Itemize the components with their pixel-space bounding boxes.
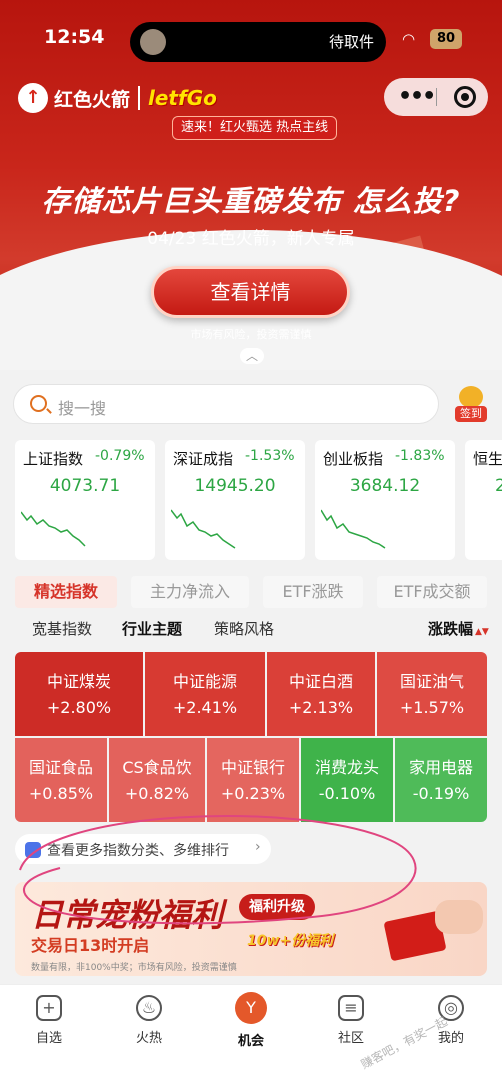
nav-hot[interactable]: ♨ 火热 bbox=[114, 995, 184, 1046]
index-card[interactable]: 深证成指 -1.53% 14945.20 bbox=[165, 440, 305, 560]
index-card[interactable]: 上证指数 -0.79% 4073.71 bbox=[15, 440, 155, 560]
search-placeholder: 搜一搜 bbox=[58, 399, 107, 418]
subtab-industry[interactable]: 行业主题 bbox=[122, 618, 182, 639]
nav-label: 自选 bbox=[35, 1031, 62, 1046]
tab-main-inflow[interactable]: 主力净流入 bbox=[131, 576, 249, 608]
heat-cell-name: 消费龙头 bbox=[314, 758, 379, 777]
index-value: 14945.20 bbox=[194, 476, 276, 496]
category-tabs: 精选指数 主力净流入 ETF涨跌 ETF成交额 bbox=[15, 576, 502, 608]
chat-icon: ≡ bbox=[338, 995, 364, 1021]
index-name: 恒生 bbox=[473, 450, 502, 468]
heat-cell-change: +1.57% bbox=[399, 698, 465, 717]
heat-cell[interactable]: 中证白酒 +2.13% bbox=[267, 652, 375, 736]
brand-partner: letfGo bbox=[148, 86, 217, 110]
index-sparkline bbox=[21, 511, 86, 547]
annotation-circle bbox=[19, 815, 417, 925]
risk-note: 市场有风险，投资需谨慎 bbox=[190, 328, 312, 341]
tab-etf-change[interactable]: ETF涨跌 bbox=[263, 576, 363, 608]
rocket-icon: ↑ bbox=[18, 83, 48, 113]
collapse-chevron-icon[interactable]: ︿ bbox=[240, 348, 264, 364]
heat-cell[interactable]: 中证能源 +2.41% bbox=[145, 652, 265, 736]
index-change: -1.83% bbox=[395, 448, 445, 464]
index-card[interactable]: 恒生 2 bbox=[465, 440, 502, 560]
view-detail-button[interactable]: 查看详情 bbox=[151, 266, 350, 318]
sort-arrow-icon: ▲▼ bbox=[475, 627, 489, 637]
sort-label: 涨跌幅 bbox=[428, 620, 474, 638]
nav-opportunity[interactable]: Y 机会 bbox=[216, 992, 286, 1049]
hero-subline: 04/23 红色火箭，新人专属 bbox=[147, 229, 355, 249]
tab-etf-volume[interactable]: ETF成交额 bbox=[377, 576, 487, 608]
brand-name: 红色火箭 bbox=[54, 88, 131, 111]
subtab-strategy[interactable]: 策略风格 bbox=[214, 618, 274, 639]
hero-headline: 存储芯片巨头重磅发布 怎么投? bbox=[41, 184, 461, 218]
index-name: 深证成指 bbox=[173, 450, 234, 468]
brand-logo: ↑ 红色火箭 letfGo bbox=[18, 83, 217, 113]
tab-selected-index[interactable]: 精选指数 bbox=[15, 576, 117, 608]
tagline-badge: 速来！红火甄选 热点主线 bbox=[172, 116, 338, 140]
heat-cell-name: 中证能源 bbox=[172, 672, 237, 691]
battery-indicator: 80 bbox=[430, 29, 462, 49]
capsule-divider bbox=[436, 88, 437, 106]
heat-cell-name: CS食品饮 bbox=[122, 758, 192, 777]
island-label: 待取件 bbox=[328, 33, 374, 51]
medal-icon bbox=[459, 386, 483, 408]
subtab-broad[interactable]: 宽基指数 bbox=[32, 618, 92, 639]
search-bar[interactable]: 搜一搜 bbox=[13, 384, 439, 424]
heat-cell-name: 中证白酒 bbox=[288, 672, 353, 691]
index-cards-row: 上证指数 -0.79% 4073.71 深证成指 -1.53% 14945.20… bbox=[15, 440, 502, 560]
index-sparkline bbox=[171, 509, 236, 549]
sign-in-button[interactable]: 签到 bbox=[455, 386, 487, 424]
wifi-icon: ◠ bbox=[402, 30, 416, 48]
nav-community[interactable]: ≡ 社区 bbox=[316, 995, 386, 1046]
heat-cell-name: 国证油气 bbox=[399, 672, 464, 691]
app-screen: 12:54 待取件 ◠ 80 ↑ 红色火箭 letfGo ••• 速来！红火甄选… bbox=[0, 0, 502, 1088]
heat-cell-name: 中证煤炭 bbox=[46, 672, 111, 691]
sub-tabs: 宽基指数 行业主题 策略风格 涨跌幅 ▲▼ bbox=[0, 618, 502, 642]
heat-cell[interactable]: 中证煤炭 +2.80% bbox=[15, 652, 143, 736]
index-name: 创业板指 bbox=[323, 450, 384, 468]
heat-cell-change: +2.80% bbox=[46, 698, 112, 717]
sign-in-label: 签到 bbox=[455, 406, 487, 422]
nav-label: 火热 bbox=[135, 1031, 162, 1046]
mini-program-capsule: ••• bbox=[384, 78, 488, 116]
index-value: 4073.71 bbox=[49, 476, 121, 496]
index-name: 上证指数 bbox=[23, 450, 84, 468]
close-target-icon[interactable] bbox=[454, 86, 476, 108]
heat-cell-change: +2.13% bbox=[288, 698, 354, 717]
index-value: 2 bbox=[495, 476, 502, 496]
heat-cell-name: 国证食品 bbox=[28, 758, 93, 777]
status-time: 12:54 bbox=[44, 26, 105, 48]
heat-cell-name: 中证银行 bbox=[220, 758, 285, 777]
index-card[interactable]: 创业板指 -1.83% 3684.12 bbox=[315, 440, 455, 560]
heat-grid: 中证煤炭 +2.80% 中证能源 +2.41% 中证白酒 +2.13% 国证油气… bbox=[15, 652, 487, 822]
parcel-avatar-icon bbox=[140, 29, 166, 55]
more-icon[interactable]: ••• bbox=[398, 84, 436, 109]
nav-label: 机会 bbox=[237, 1034, 264, 1049]
nav-label: 社区 bbox=[337, 1031, 364, 1046]
index-change: -0.79% bbox=[95, 448, 145, 464]
add-icon: + bbox=[36, 995, 62, 1021]
opportunity-icon: Y bbox=[235, 992, 267, 1024]
status-bar: 12:54 待取件 ◠ 80 bbox=[0, 22, 502, 62]
search-icon bbox=[30, 395, 47, 412]
heat-cell-name: 家用电器 bbox=[408, 758, 473, 777]
logo-divider bbox=[138, 86, 141, 110]
sort-toggle[interactable]: 涨跌幅 ▲▼ bbox=[428, 618, 489, 639]
heat-cell[interactable]: 国证油气 +1.57% bbox=[377, 652, 487, 736]
heat-cell-change: +2.41% bbox=[172, 698, 238, 717]
flame-icon: ♨ bbox=[136, 995, 162, 1021]
index-sparkline bbox=[321, 509, 386, 549]
promo-note: 数量有限，非100%中奖；市场有风险，投资需谨慎 bbox=[31, 963, 237, 973]
nav-watchlist[interactable]: + 自选 bbox=[14, 995, 84, 1046]
index-change: -1.53% bbox=[245, 448, 295, 464]
index-value: 3684.12 bbox=[349, 476, 421, 496]
dynamic-island[interactable]: 待取件 bbox=[130, 22, 386, 62]
